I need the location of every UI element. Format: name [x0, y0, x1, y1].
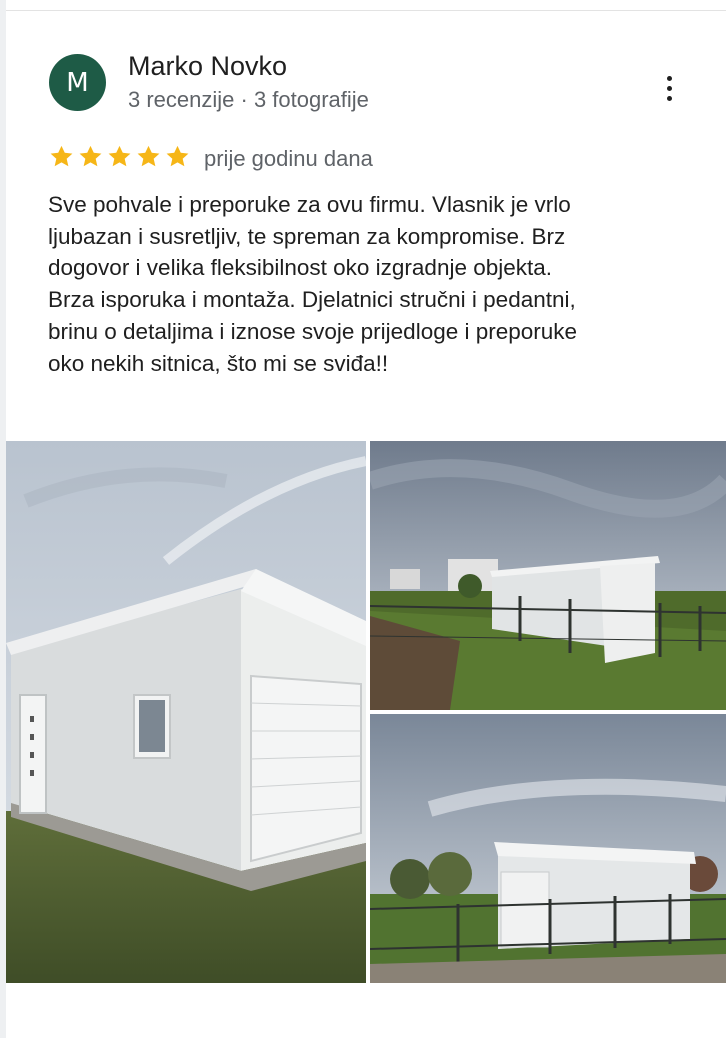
garage-fence-image: [370, 714, 726, 983]
star-icon: [50, 145, 73, 167]
star-icon: [108, 145, 131, 167]
more-dot: [666, 75, 672, 81]
garage-closeup-image: [6, 441, 366, 983]
review-text: Sve pohvale i preporuke za ovu firmu. Vl…: [48, 189, 688, 379]
more-vertical-icon[interactable]: [654, 73, 684, 103]
star-icon: [166, 145, 189, 167]
garage-yard-image: [370, 441, 726, 710]
more-dot: [666, 95, 672, 101]
review-text-line: dogovor i velika fleksibilnost oko izgra…: [48, 255, 553, 281]
review-text-line: Brza isporuka i montaža. Djelatnici stru…: [48, 287, 576, 313]
star-icon: [137, 145, 160, 167]
photo-garage-fence[interactable]: [370, 714, 726, 983]
review-text-line: Sve pohvale i preporuke za ovu firmu. Vl…: [48, 192, 571, 217]
more-dot: [666, 85, 672, 91]
reviewer-name[interactable]: Marko Novko: [128, 51, 287, 82]
review-text-line: brinu o detaljima i iznose svoje prijedl…: [48, 318, 578, 344]
star-rating: [48, 143, 191, 173]
photo-garage-yard[interactable]: [370, 441, 726, 710]
review-text-line: oko nekih sitnica, što mi se sviđa!!: [48, 350, 389, 376]
reviewer-meta: 3 recenzije · 3 fotografije: [128, 87, 369, 112]
star-icon: [79, 145, 102, 167]
review-card: M Marko Novko 3 recenzije · 3 fotografij…: [6, 11, 726, 1038]
photo-garage-closeup[interactable]: [6, 441, 366, 983]
review-text-line: ljubazan i susretljiv, te spreman za kom…: [48, 223, 566, 249]
avatar[interactable]: M: [49, 54, 106, 111]
review-time: prije godinu dana: [204, 146, 373, 171]
